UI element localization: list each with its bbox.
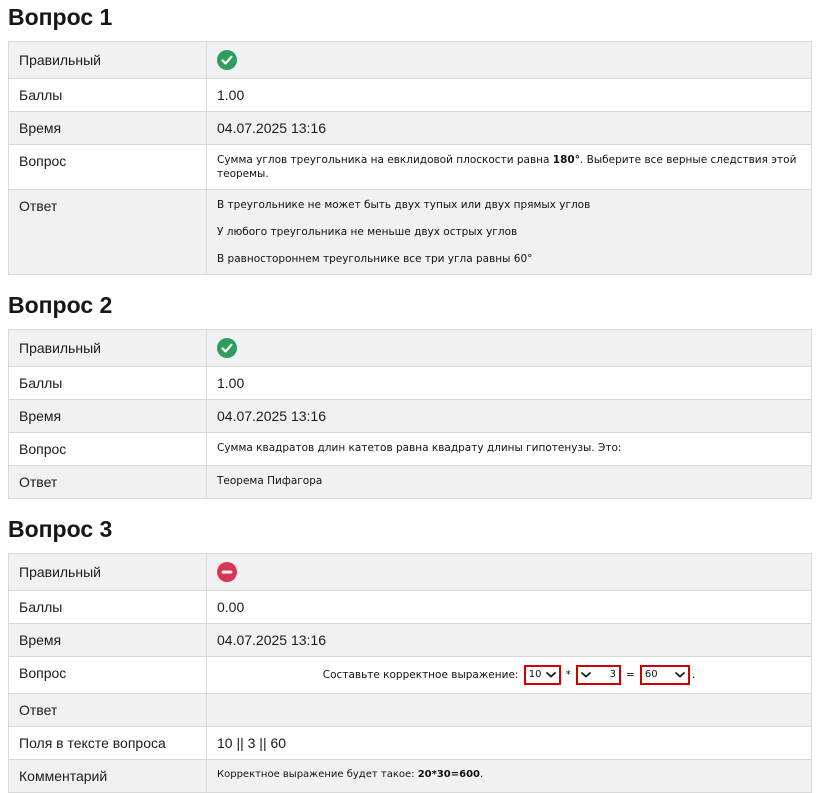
row-correct-label: Правильный [9, 42, 207, 79]
row-answer: Ответ [9, 694, 812, 727]
row-correct: Правильный [9, 42, 812, 79]
answer-text [207, 694, 812, 727]
row-fields-label: Поля в тексте вопроса [9, 727, 207, 760]
row-fields: Поля в тексте вопроса 10 || 3 || 60 [9, 727, 812, 760]
expression-line: Составьте корректное выражение: 10*3=60. [323, 669, 695, 681]
row-question-label: Вопрос [9, 145, 207, 190]
row-question-label: Вопрос [9, 433, 207, 466]
check-circle-icon [217, 50, 237, 70]
question-text: Сумма квадратов длин катетов равна квадр… [207, 433, 812, 466]
expression-select-2[interactable]: 3 [576, 665, 621, 685]
chevron-down-icon [581, 672, 591, 678]
row-time-label: Время [9, 112, 207, 145]
row-answer-label: Ответ [9, 694, 207, 727]
answer-option: В равностороннем треугольнике все три уг… [217, 252, 801, 266]
question-block-1: Вопрос 1 Правильный Баллы 1.00 Время 04.… [8, 3, 812, 275]
row-points-label: Баллы [9, 591, 207, 624]
row-answer-label: Ответ [9, 466, 207, 499]
expression-select-1[interactable]: 10 [524, 665, 561, 685]
answer-option: У любого треугольника не меньше двух ост… [217, 225, 801, 239]
answer-text: В треугольнике не может быть двух тупых … [207, 190, 812, 275]
row-question: Вопрос Сумма квадратов длин катетов равн… [9, 433, 812, 466]
comment-text: Корректное выражение будет такое: 20*30=… [207, 760, 812, 793]
points-value: 1.00 [207, 79, 812, 112]
row-correct-label: Правильный [9, 554, 207, 591]
row-time: Время 04.07.2025 13:16 [9, 624, 812, 657]
answer-option: В треугольнике не может быть двух тупых … [217, 198, 801, 212]
row-correct: Правильный [9, 554, 812, 591]
row-points-label: Баллы [9, 367, 207, 400]
row-question: Вопрос Сумма углов треугольника на евкли… [9, 145, 812, 190]
check-circle-icon [217, 338, 237, 358]
expression-select-3[interactable]: 60 [640, 665, 690, 685]
row-correct: Правильный [9, 330, 812, 367]
time-value: 04.07.2025 13:16 [207, 112, 812, 145]
row-points: Баллы 0.00 [9, 591, 812, 624]
question-block-2: Вопрос 2 Правильный Баллы 1.00 Время 04.… [8, 291, 812, 499]
question-3-title: Вопрос 3 [8, 515, 812, 543]
row-answer: Ответ Теорема Пифагора [9, 466, 812, 499]
row-time: Время 04.07.2025 13:16 [9, 112, 812, 145]
row-comment: Комментарий Корректное выражение будет т… [9, 760, 812, 793]
fields-value: 10 || 3 || 60 [207, 727, 812, 760]
row-time: Время 04.07.2025 13:16 [9, 400, 812, 433]
points-value: 0.00 [207, 591, 812, 624]
row-time-label: Время [9, 624, 207, 657]
row-answer: Ответ В треугольнике не может быть двух … [9, 190, 812, 275]
question-3-table: Правильный Баллы 0.00 Время 04.07.2025 1… [8, 553, 812, 793]
question-1-table: Правильный Баллы 1.00 Время 04.07.2025 1… [8, 41, 812, 275]
question-1-title: Вопрос 1 [8, 3, 812, 31]
row-answer-label: Ответ [9, 190, 207, 275]
minus-circle-icon [217, 562, 237, 582]
chevron-down-icon [546, 672, 556, 678]
row-question: Вопрос Составьте корректное выражение: 1… [9, 657, 812, 694]
time-value: 04.07.2025 13:16 [207, 400, 812, 433]
row-question-label: Вопрос [9, 657, 207, 694]
row-correct-label: Правильный [9, 330, 207, 367]
row-points: Баллы 1.00 [9, 79, 812, 112]
row-comment-label: Комментарий [9, 760, 207, 793]
question-text: Сумма углов треугольника на евклидовой п… [207, 145, 812, 190]
question-text: Составьте корректное выражение: 10*3=60. [207, 657, 812, 694]
time-value: 04.07.2025 13:16 [207, 624, 812, 657]
chevron-down-icon [675, 672, 685, 678]
row-points: Баллы 1.00 [9, 367, 812, 400]
row-points-label: Баллы [9, 79, 207, 112]
question-2-title: Вопрос 2 [8, 291, 812, 319]
answer-text: Теорема Пифагора [207, 466, 812, 499]
points-value: 1.00 [207, 367, 812, 400]
row-time-label: Время [9, 400, 207, 433]
quiz-review-page: Вопрос 1 Правильный Баллы 1.00 Время 04.… [0, 0, 820, 793]
question-block-3: Вопрос 3 Правильный Баллы 0.00 Время 04.… [8, 515, 812, 793]
question-2-table: Правильный Баллы 1.00 Время 04.07.2025 1… [8, 329, 812, 499]
